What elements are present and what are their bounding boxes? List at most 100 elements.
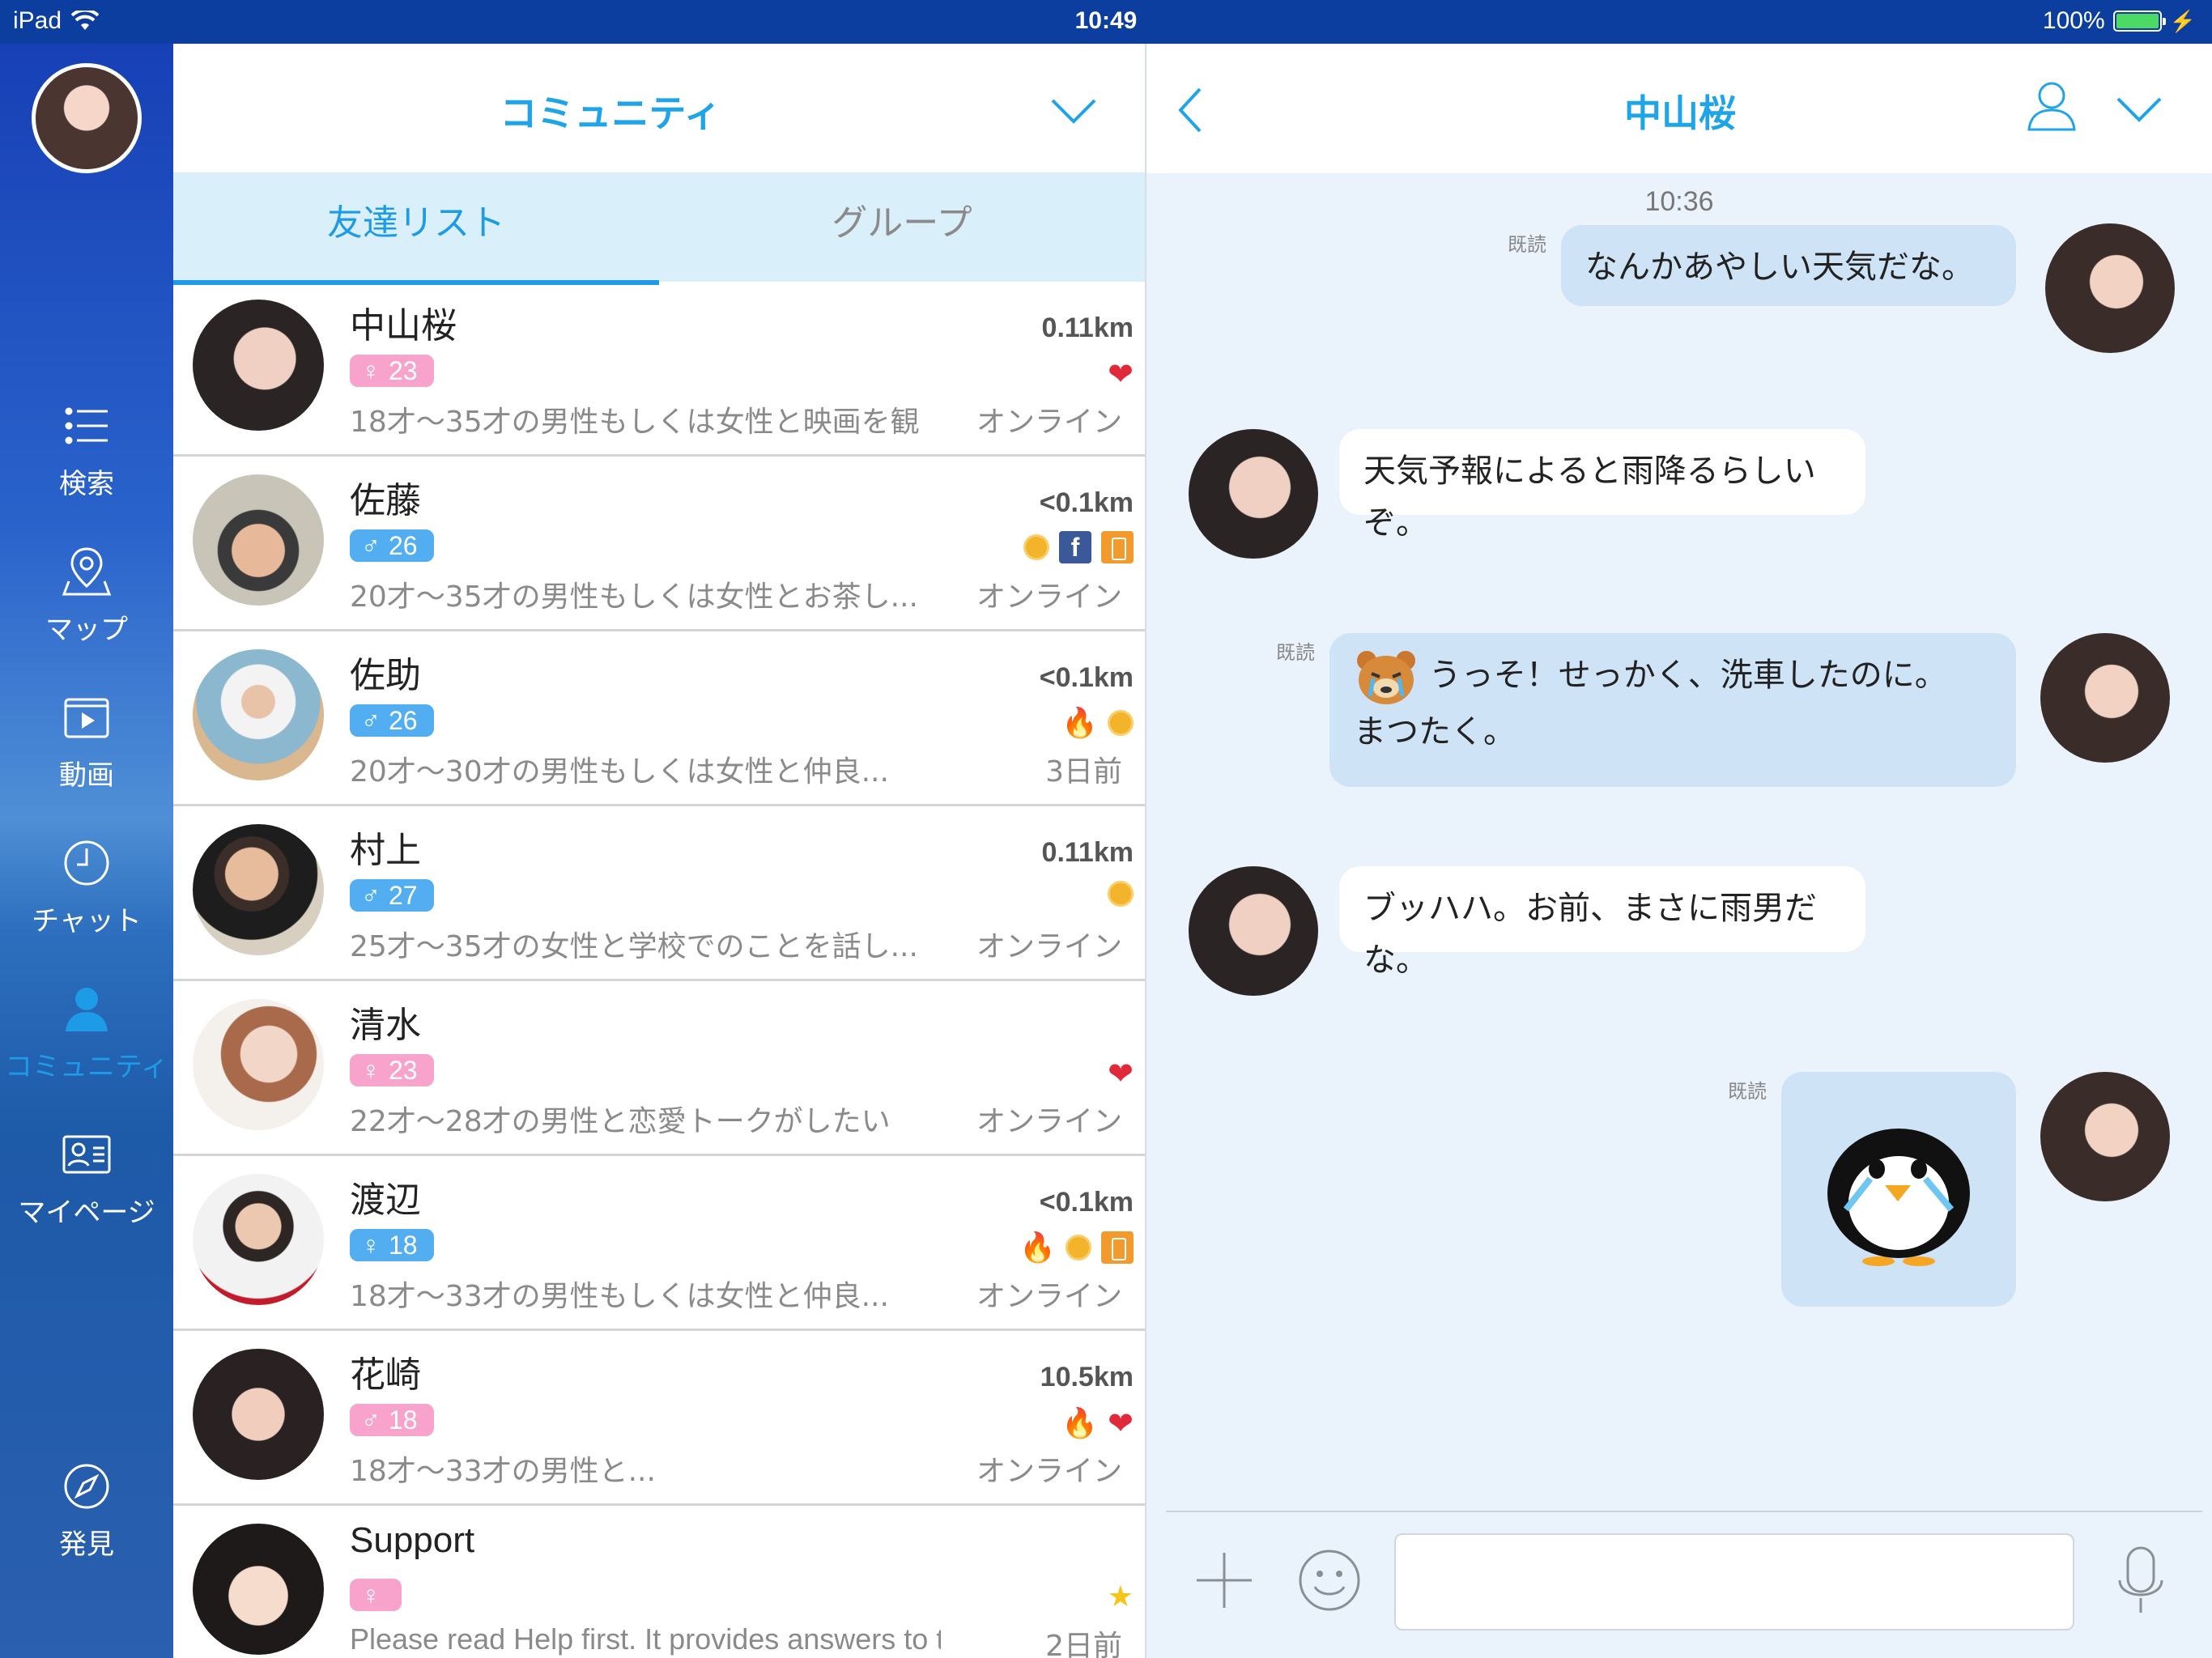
friend-row[interactable]: 中山桜 0.11km ♀ 23 ❤ 18才〜35才の男性もしくは女性と映画を観 …	[173, 282, 1145, 457]
friend-row[interactable]: 佐助 <0.1km ♂ 26 🔥 20才〜30才の男性もしくは女性と仲良... …	[173, 631, 1145, 806]
heart-icon: ❤	[1108, 1056, 1134, 1091]
compass-icon	[64, 1464, 109, 1509]
friend-age: 26	[389, 531, 418, 560]
friend-status-icons	[1108, 881, 1134, 907]
avatar	[1189, 866, 1318, 996]
battery-percent: 100%	[2042, 7, 2105, 34]
friend-status-icons: ❤	[1108, 356, 1134, 392]
friend-name: 清水	[350, 1005, 421, 1046]
friend-distance: <0.1km	[1039, 487, 1134, 518]
friend-distance: <0.1km	[1039, 1187, 1134, 1218]
facebook-icon: f	[1059, 531, 1091, 563]
friend-distance: <0.1km	[1039, 662, 1134, 693]
message-text: うっそ！せっかく、洗車したのに。	[1428, 657, 1947, 694]
gender-age-badge: ♀ 23	[350, 1054, 434, 1086]
message-bubble-sent: なんかあやしい天気だな。	[1561, 225, 2016, 306]
message-text-field[interactable]	[1394, 1533, 2074, 1630]
sidebar-item-label: マップ	[45, 614, 128, 646]
read-receipt: 既読	[1728, 1080, 1767, 1103]
phone-icon	[1101, 1231, 1134, 1264]
clock: 10:49	[1074, 7, 1138, 34]
read-receipt: 既読	[1508, 233, 1546, 256]
fire-icon: 🔥	[1061, 707, 1098, 740]
chat-header: 中山桜	[1146, 44, 2212, 173]
community-panel: コミュニティ 友達リスト グループ 中山桜 0.11km ♀ 23 ❤ 18才〜…	[173, 44, 1145, 1658]
friend-name: 中山桜	[350, 305, 457, 346]
friend-row[interactable]: 清水 ♀ 23 ❤ 22才〜28才の男性と恋愛トークがしたい オンライン	[173, 981, 1145, 1156]
female-icon: ♀	[361, 1056, 381, 1085]
female-icon: ♀	[361, 1231, 381, 1260]
friend-name: 佐藤	[350, 480, 421, 521]
avatar	[193, 999, 324, 1130]
chevron-down-icon[interactable]	[1049, 96, 1098, 128]
profile-icon[interactable]	[2026, 79, 2078, 133]
avatar	[193, 1349, 324, 1480]
microphone-icon[interactable]	[2116, 1545, 2165, 1619]
gender-age-badge: ♀	[350, 1579, 402, 1611]
sidebar-item-community[interactable]: コミュニティ	[0, 983, 173, 1084]
profile-card-icon	[62, 1135, 111, 1174]
plus-icon[interactable]	[1193, 1550, 1255, 1611]
gender-age-badge: ♂ 26	[350, 704, 434, 737]
friend-name: 花崎	[350, 1354, 421, 1396]
phone-icon	[1101, 531, 1134, 563]
friend-status-icons: 🔥 ❤	[1061, 1405, 1134, 1441]
friend-row[interactable]: 佐藤 <0.1km ♂ 26 f 20才〜35才の男性もしくは女性とお茶し...…	[173, 457, 1145, 631]
page-title: コミュニティ	[500, 91, 721, 135]
community-tabs: 友達リスト グループ	[173, 173, 1145, 285]
my-avatar[interactable]	[32, 63, 142, 173]
message-text: 天気予報によると雨降るらしいぞ。	[1363, 453, 1816, 542]
sidebar-item-chat[interactable]: チャット	[0, 837, 173, 938]
gender-age-badge: ♂ 27	[350, 879, 434, 912]
sidebar-item-discover[interactable]: 発見	[0, 1460, 173, 1562]
message-text: なんかあやしい天気だな。	[1585, 249, 1974, 286]
friend-distance: 0.11km	[1041, 837, 1134, 868]
list-search-icon	[65, 407, 108, 444]
tab-friend-list[interactable]: 友達リスト	[173, 173, 659, 285]
friend-row[interactable]: 渡辺 <0.1km ♀ 18 🔥 18才〜33才の男性もしくは女性と仲良... …	[173, 1156, 1145, 1331]
coin-icon	[1023, 534, 1049, 560]
friend-row[interactable]: 花崎 10.5km ♂ 18 🔥 ❤ 18才〜33才の男性と... オンライン	[173, 1331, 1145, 1506]
community-header: コミュニティ	[173, 44, 1145, 173]
friend-description: 20才〜35才の男性もしくは女性とお茶し...	[350, 580, 918, 614]
video-icon	[64, 698, 109, 738]
avatar	[2045, 223, 2175, 353]
tab-group[interactable]: グループ	[659, 173, 1145, 282]
online-status: オンライン	[976, 1280, 1122, 1313]
coin-icon	[1108, 710, 1134, 736]
sidebar-item-label: 発見	[59, 1528, 114, 1561]
avatar	[2040, 1072, 2170, 1201]
sidebar-item-video[interactable]: 動画	[0, 691, 173, 793]
person-icon	[66, 988, 108, 1031]
penguin-sticker-icon	[1827, 1129, 1970, 1266]
message-text: まつたく。	[1354, 713, 1516, 750]
avatar	[193, 649, 324, 780]
smiley-icon[interactable]	[1297, 1548, 1362, 1613]
sidebar-item-map[interactable]: マップ	[0, 546, 173, 647]
friend-row[interactable]: 村上 0.11km ♂ 27 25才〜35才の女性と学校でのことを話し... オ…	[173, 806, 1145, 981]
sidebar-item-mypage[interactable]: マイページ	[0, 1129, 173, 1230]
message-input-bar	[1166, 1511, 2202, 1658]
avatar	[193, 300, 324, 431]
male-icon: ♂	[361, 531, 381, 560]
friend-status-icons: 🔥	[1019, 1231, 1134, 1265]
online-status: オンライン	[976, 1455, 1122, 1488]
friend-name: 佐助	[350, 655, 421, 696]
friend-row[interactable]: Support ♀ ★ Please read Help first. It p…	[173, 1506, 1145, 1658]
heart-icon: ❤	[1108, 356, 1134, 392]
male-icon: ♂	[361, 706, 381, 735]
sidebar-item-search[interactable]: 検索	[0, 400, 173, 501]
chevron-down-icon[interactable]	[2115, 94, 2163, 126]
female-icon: ♀	[361, 1580, 381, 1609]
star-icon: ★	[1107, 1580, 1134, 1613]
friend-age: 18	[389, 1231, 418, 1260]
male-icon: ♂	[361, 1405, 381, 1435]
message-bubble-sent: うっそ！せっかく、洗車したのに。 まつたく。	[1329, 633, 2016, 787]
avatar	[193, 1174, 324, 1305]
friend-description: 20才〜30才の男性もしくは女性と仲良...	[350, 755, 889, 789]
friend-name: Support	[350, 1520, 475, 1560]
message-bubble-received: ブッハハ。お前、まさに雨男だな。	[1339, 866, 1865, 979]
sidebar-item-label: コミュニティ	[5, 1051, 168, 1083]
charging-icon: ⚡	[2169, 8, 2196, 33]
friend-name: 村上	[350, 830, 421, 871]
